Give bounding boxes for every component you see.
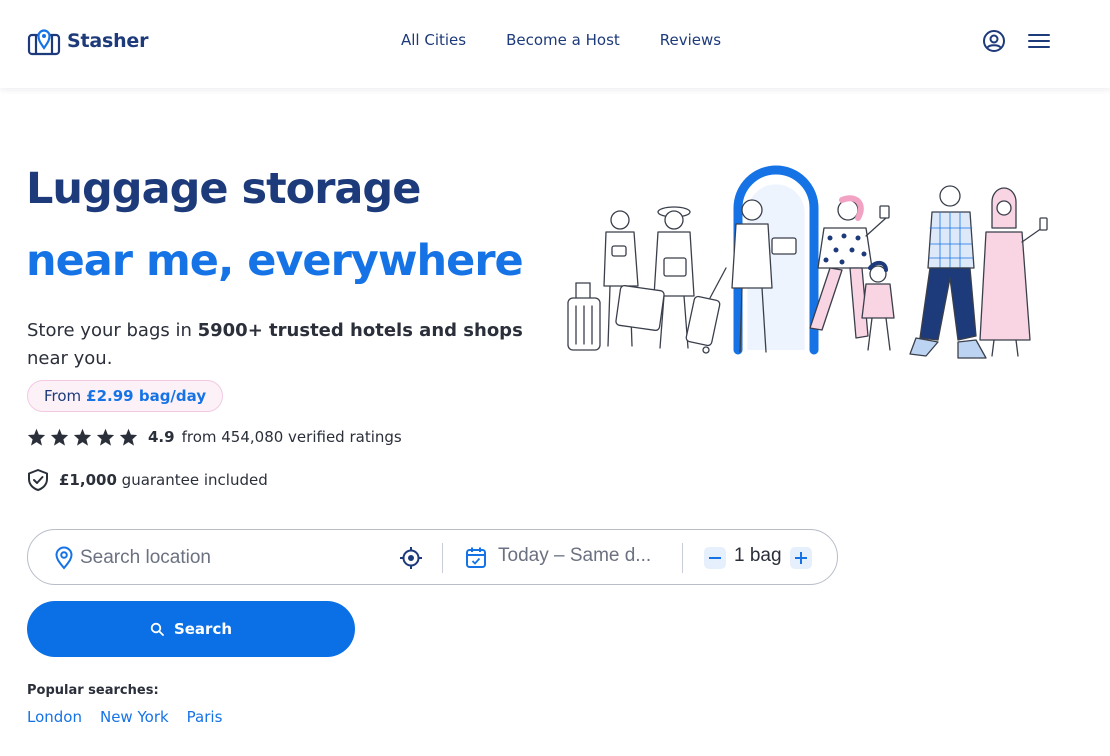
star-rating [27,428,138,446]
hamburger-menu-icon[interactable] [1028,32,1050,50]
hero-title: Luggage storage [26,164,421,214]
increase-bags-button[interactable] [790,547,812,569]
logo-text: Stasher [67,30,149,52]
hero-description: Store your bags in 5900+ trusted hotels … [27,317,527,373]
minus-icon [709,557,721,559]
header-actions [982,29,1050,53]
star-icon [27,428,46,446]
hero-subtitle: near me, everywhere [26,236,524,286]
plus-icon [795,552,807,564]
travelers-illustration [567,165,1048,359]
search-button-label: Search [173,620,233,638]
bag-count: 1 bag [734,545,782,566]
nav-become-a-host[interactable]: Become a Host [506,31,620,49]
search-bar: Today – Same d... 1 bag [27,529,838,585]
current-location-icon[interactable] [399,546,423,570]
main-nav: All Cities Become a Host Reviews [401,31,721,49]
map-pin-suitcase-icon [27,29,61,56]
logo[interactable]: Stasher [27,26,148,56]
guarantee-text: guarantee included [121,471,268,489]
popular-searches: London New York Paris [27,708,222,726]
popular-link-new-york[interactable]: New York [100,708,169,726]
search-button[interactable]: Search [27,601,355,657]
description-prefix: Store your bags in [27,320,198,341]
price-badge: From £2.99 bag/day [27,380,224,412]
guarantee-amount: £1,000 [59,471,117,489]
date-selector[interactable]: Today – Same d... [498,545,651,567]
price-prefix: From [44,387,82,405]
search-icon [150,622,164,636]
popular-searches-label: Popular searches: [27,683,159,698]
user-circle-icon[interactable] [982,29,1006,53]
star-icon [96,428,115,446]
search-location-input[interactable] [80,544,380,572]
popular-link-london[interactable]: London [27,708,82,726]
rating-row: 4.9 from 454,080 verified ratings [27,428,402,446]
rating-score: 4.9 [148,428,175,446]
location-pin-icon [55,546,73,570]
description-suffix: near you. [27,348,113,369]
popular-link-paris[interactable]: Paris [187,708,223,726]
calendar-icon [466,547,486,568]
search-divider [442,543,443,573]
guarantee-row: £1,000 guarantee included [27,468,268,492]
site-header: Stasher All Cities Become a Host Reviews [0,0,1110,88]
decrease-bags-button[interactable] [704,547,726,569]
price-value: £2.99 bag/day [86,387,207,405]
rating-text: from 454,080 verified ratings [181,428,402,446]
star-icon [73,428,92,446]
nav-reviews[interactable]: Reviews [660,31,721,49]
search-divider [682,543,683,573]
nav-all-cities[interactable]: All Cities [401,31,466,49]
shield-check-icon [28,469,48,491]
star-icon [50,428,69,446]
star-icon [119,428,138,446]
description-bold: 5900+ trusted hotels and shops [197,320,523,341]
